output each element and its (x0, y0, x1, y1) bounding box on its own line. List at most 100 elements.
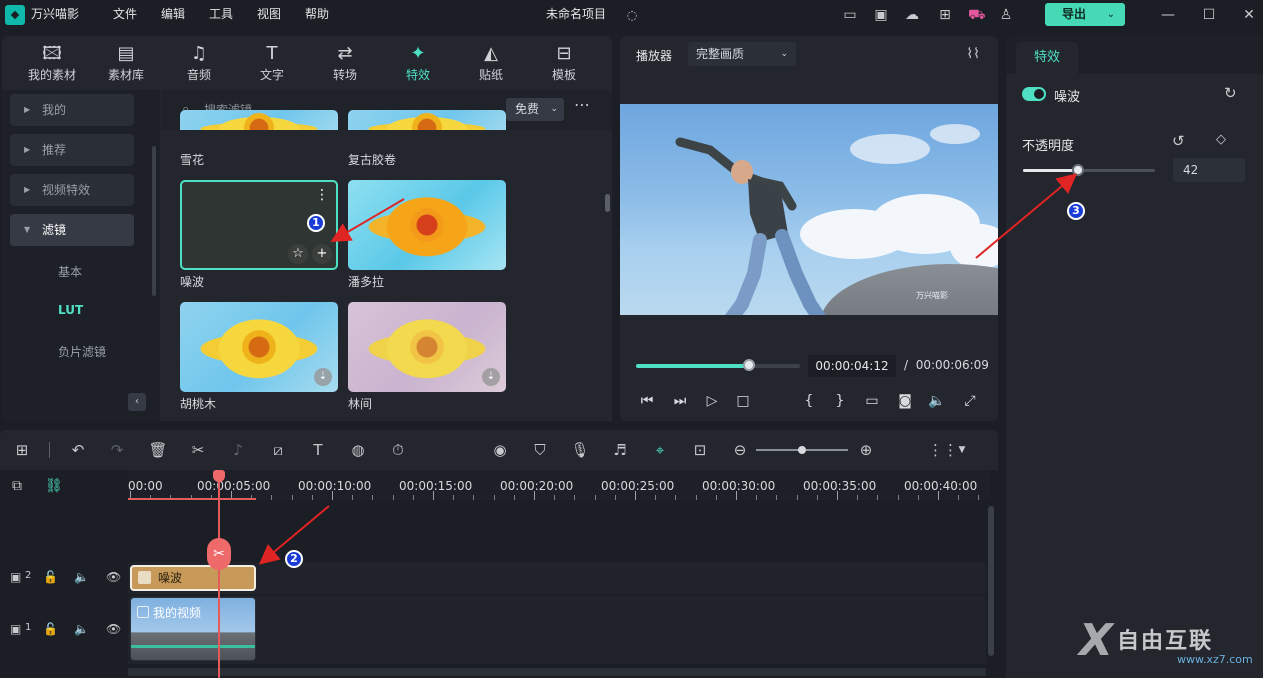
previous-frame-icon[interactable]: ⏮ (638, 393, 656, 409)
download-icon[interactable]: ⇣ (314, 368, 332, 386)
add-track-icon[interactable]: ⧉ (12, 478, 22, 494)
stop-icon[interactable]: □ (734, 393, 752, 409)
next-frame-icon[interactable]: ⏭ (671, 393, 689, 409)
opacity-slider[interactable] (1023, 164, 1155, 176)
volume-icon[interactable]: 🔈 (928, 393, 946, 409)
tab-audio[interactable]: ♫ 音频 (163, 42, 235, 88)
grid-scrollbar[interactable] (605, 194, 610, 212)
microphone-icon[interactable]: 🎙 (570, 440, 590, 460)
cart-icon[interactable]: ⛟ (968, 7, 986, 23)
seek-bar-handle[interactable] (742, 359, 755, 371)
download-icon[interactable]: ⇣ (482, 368, 500, 386)
fit-timeline-icon[interactable]: ⊡ (690, 440, 710, 460)
layout-icon[interactable]: ⊞ (12, 440, 32, 460)
display-settings-icon[interactable]: ▭ (863, 393, 881, 409)
nav-item-mine[interactable]: ▶ 我的 (10, 94, 134, 126)
delete-icon[interactable]: 🗑 (148, 440, 168, 460)
reset-opacity-icon[interactable]: ↺ (1172, 132, 1185, 150)
playhead-handle[interactable] (213, 470, 225, 482)
snap-magnet-icon[interactable]: ⌖ (650, 440, 670, 460)
menu-file[interactable]: 文件 (113, 0, 137, 30)
effect-clip[interactable]: 噪波 (130, 565, 256, 591)
collapse-sidebar-button[interactable]: ‹ (128, 393, 146, 411)
nav-item-video-effects[interactable]: ▶ 视频特效 (10, 174, 134, 206)
snapshot-camera-icon[interactable]: ◙ (896, 393, 914, 409)
speaker-icon[interactable]: 🔈 (74, 622, 89, 636)
zoom-out-icon[interactable]: ⊖ (730, 440, 750, 460)
marker-icon[interactable]: ⛉ (530, 440, 550, 460)
quality-dropdown[interactable]: 完整画质 ⌄ (688, 42, 796, 66)
sub-item-basic[interactable]: 基本 (58, 263, 82, 280)
tab-stock-media[interactable]: ▤ 素材库 (90, 42, 162, 88)
timer-icon[interactable]: ⏱ (388, 440, 408, 460)
play-icon[interactable]: ▷ (703, 393, 721, 409)
link-icon[interactable]: ⛓ (45, 478, 63, 494)
mark-in-icon[interactable]: { (800, 393, 818, 409)
lock-icon[interactable]: 🔓 (43, 622, 58, 636)
user-icon[interactable]: ♙ (998, 7, 1014, 23)
chevron-down-icon[interactable]: ▼ (952, 440, 972, 460)
tab-stickers[interactable]: ◭ 贴纸 (455, 42, 527, 88)
text-edit-icon[interactable]: T (308, 440, 328, 460)
more-options-icon[interactable]: ⋯ (574, 95, 591, 114)
opacity-slider-handle[interactable] (1072, 164, 1085, 176)
timeline-ruler[interactable]: 00:00 00:00:05:00 00:00:10:00 00:00:15:0… (128, 470, 990, 500)
undo-icon[interactable]: ↶ (68, 440, 88, 460)
sidebar-scrollbar[interactable] (152, 146, 156, 296)
timeline-horizontal-scrollbar[interactable] (128, 668, 986, 676)
playhead[interactable] (218, 476, 220, 678)
sub-item-negative[interactable]: 负片滤镜 (58, 343, 106, 360)
menu-edit[interactable]: 编辑 (161, 0, 185, 30)
minimize-icon[interactable]: — (1160, 7, 1176, 23)
maximize-icon[interactable]: ☐ (1201, 7, 1217, 23)
render-preview-icon[interactable]: ◉ (490, 440, 510, 460)
mark-out-icon[interactable]: } (831, 393, 849, 409)
filter-thumb-pandora[interactable] (348, 180, 506, 270)
crop-icon[interactable]: ⧄ (268, 440, 288, 460)
opacity-value-input[interactable]: 42 (1173, 158, 1245, 182)
waveform-scope-icon[interactable]: ⌇⌇ (966, 46, 980, 62)
zoom-in-icon[interactable]: ⊕ (856, 440, 876, 460)
sub-item-lut[interactable]: LUT (58, 303, 83, 317)
eye-icon[interactable]: 👁 (106, 570, 121, 584)
menu-help[interactable]: 帮助 (305, 0, 329, 30)
price-filter-dropdown[interactable]: 免费 ⌄ (506, 98, 564, 121)
filter-thumb-forest[interactable]: ⇣ (348, 302, 506, 392)
nav-item-filters[interactable]: ▼ 滤镜 (10, 214, 134, 246)
filter-thumb-walnut[interactable]: ⇣ (180, 302, 338, 392)
menu-tools[interactable]: 工具 (209, 0, 233, 30)
speed-icon[interactable]: ◍ (348, 440, 368, 460)
eye-icon[interactable]: 👁 (106, 622, 121, 636)
cut-scissors-icon[interactable]: ✂ (188, 440, 208, 460)
lock-icon[interactable]: 🔓 (43, 570, 58, 584)
track-layout-icon[interactable]: ⋮⋮ (928, 440, 958, 460)
apps-grid-icon[interactable]: ⊞ (937, 7, 953, 23)
nav-item-recommended[interactable]: ▶ 推荐 (10, 134, 134, 166)
more-options-icon[interactable]: ⋮ (312, 186, 332, 206)
save-icon[interactable]: ▣ (873, 7, 889, 23)
export-button[interactable]: 导出 ⌄ (1045, 3, 1125, 26)
timeline-vertical-scrollbar[interactable] (988, 506, 994, 656)
fullscreen-icon[interactable]: ⤢ (961, 393, 979, 409)
add-plus-icon[interactable]: + (312, 244, 332, 264)
playhead-split-scissors-icon[interactable]: ✂ (207, 538, 231, 570)
timeline-zoom-handle[interactable] (798, 446, 806, 454)
tab-transitions[interactable]: ⇄ 转场 (309, 42, 381, 88)
cloud-upload-icon[interactable]: ☁ (904, 7, 920, 23)
tab-my-media[interactable]: 🖾 我的素材 (16, 42, 88, 88)
audio-detach-icon[interactable]: ♪ (228, 440, 248, 460)
effect-enable-toggle[interactable] (1022, 87, 1046, 101)
favorite-star-icon[interactable]: ☆ (288, 244, 308, 264)
tab-effects[interactable]: ✦ 特效 (382, 42, 454, 88)
redo-icon[interactable]: ↷ (107, 440, 127, 460)
tab-text[interactable]: T 文字 (236, 42, 308, 88)
close-icon[interactable]: ✕ (1241, 7, 1257, 23)
video-clip[interactable]: 我的视频 (130, 597, 256, 661)
tab-effect-properties[interactable]: 特效 (1016, 42, 1078, 74)
audio-mixer-icon[interactable]: ♬ (610, 440, 630, 460)
tab-templates[interactable]: ⊟ 模板 (528, 42, 600, 88)
monitor-icon[interactable]: ▭ (842, 7, 858, 23)
seek-bar[interactable] (636, 359, 800, 371)
menu-view[interactable]: 视图 (257, 0, 281, 30)
keyframe-diamond-icon[interactable]: ◇ (1216, 132, 1226, 147)
